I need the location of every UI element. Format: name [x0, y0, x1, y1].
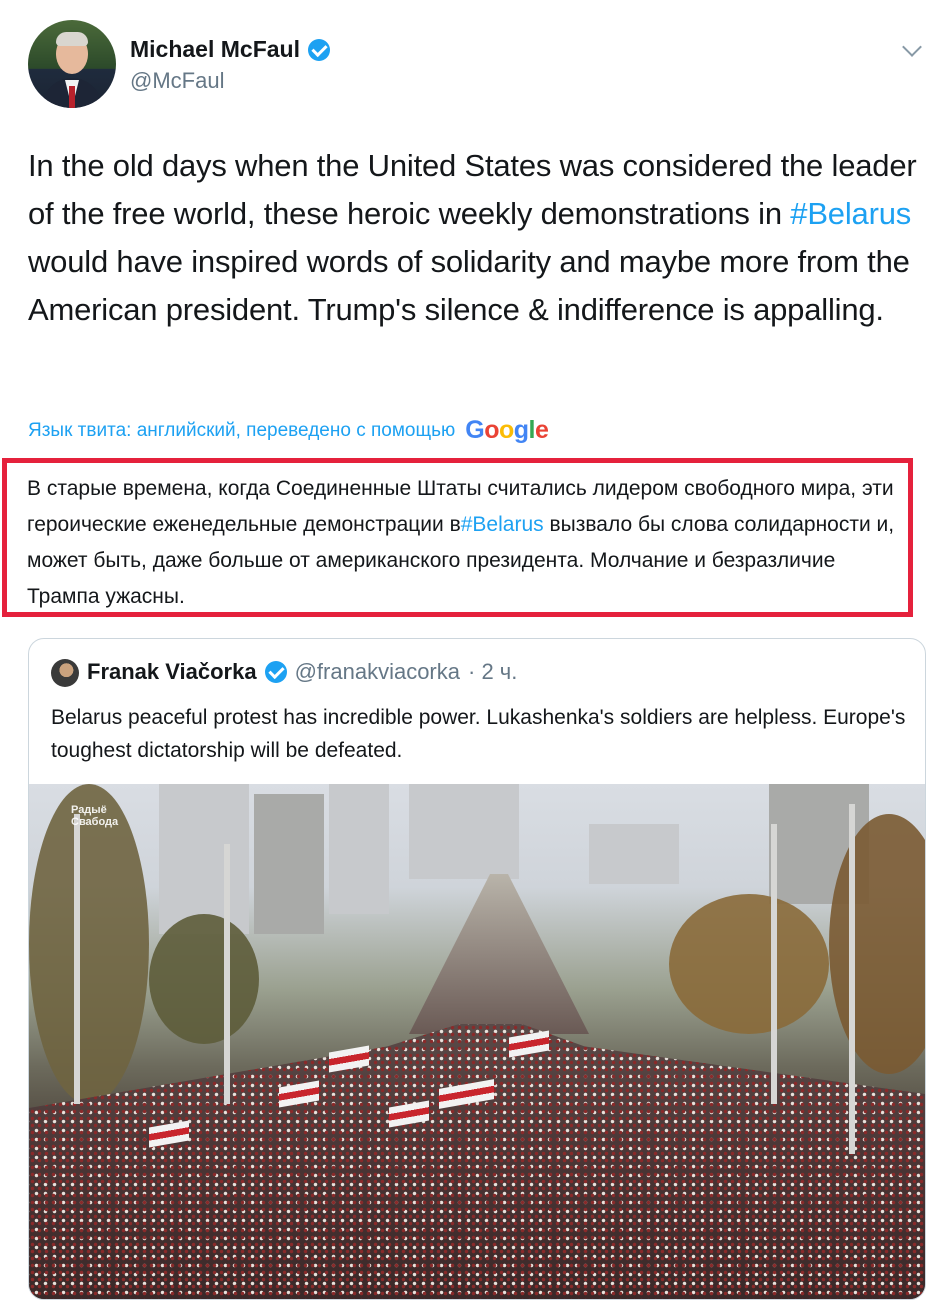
- translated-text: В старые времена, когда Соединенные Штат…: [27, 471, 907, 615]
- quoted-tweet-header: Franak Viačorka @franakviacorka · 2 ч.: [87, 659, 517, 685]
- quoted-author-avatar[interactable]: [51, 659, 79, 687]
- google-logo: Google: [465, 416, 549, 444]
- quoted-tweet-video[interactable]: Радыё Свабода: [29, 784, 925, 1299]
- translation-label: Язык твита: английский, переведено с пом…: [28, 419, 456, 441]
- quoted-author-name[interactable]: Franak Viačorka: [87, 659, 257, 685]
- quoted-tweet-time: · 2 ч.: [468, 659, 518, 684]
- radio-svaboda-logo: Радыё Свабода: [71, 804, 119, 828]
- translation-attribution: Язык твита: английский, переведено с пом…: [28, 416, 549, 445]
- verified-badge-icon: [307, 38, 330, 61]
- author-name[interactable]: Michael McFaul: [130, 36, 300, 63]
- author-name-row[interactable]: Michael McFaul: [130, 36, 330, 63]
- tweet-text: In the old days when the United States w…: [28, 142, 928, 334]
- translation-highlight-box: В старые времена, когда Соединенные Штат…: [2, 458, 913, 617]
- tweet-text-part1: In the old days when the United States w…: [28, 148, 917, 231]
- verified-badge-icon: [264, 661, 287, 683]
- tweet-text-part2: would have inspired words of solidarity …: [28, 244, 910, 327]
- hashtag-link[interactable]: #Belarus: [790, 196, 911, 231]
- author-handle[interactable]: @McFaul: [130, 68, 224, 94]
- quoted-author-handle[interactable]: @franakviacorka: [295, 659, 460, 685]
- quoted-tweet-text: Belarus peaceful protest has incredible …: [51, 706, 906, 762]
- crowd-image: [29, 1024, 925, 1299]
- quoted-tweet-card[interactable]: Franak Viačorka @franakviacorka · 2 ч. B…: [28, 638, 926, 1300]
- author-avatar[interactable]: [28, 20, 116, 108]
- translated-hashtag-link[interactable]: #Belarus: [461, 513, 544, 536]
- chevron-down-icon[interactable]: [902, 37, 922, 57]
